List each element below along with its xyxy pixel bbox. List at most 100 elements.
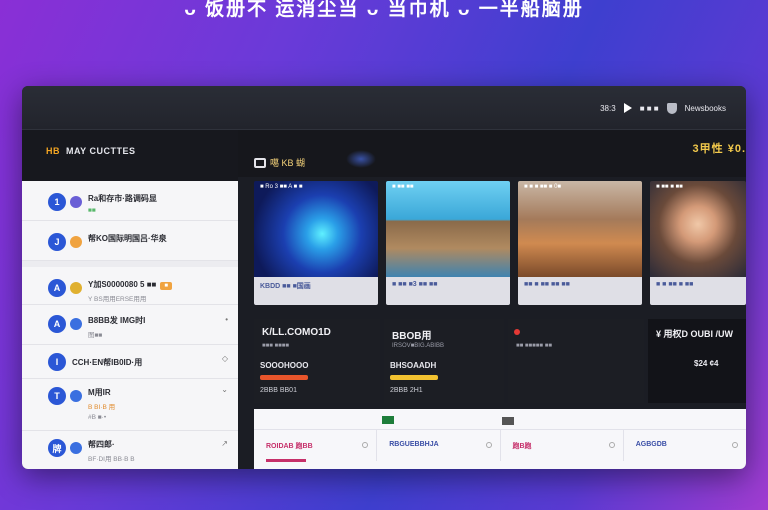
card-image <box>386 181 510 277</box>
flag-icon <box>382 416 394 424</box>
stat-title: ¥ 用权D OUBI /UW <box>656 329 734 339</box>
bottom-cell[interactable]: ROIDAB 跑BB <box>254 429 378 461</box>
sidebar-item-dot <box>70 282 82 294</box>
media-card[interactable]: ■ Ro 3 ■■ A ■ ■ KBDD ■■ ■国画 <box>254 181 378 305</box>
stat-value: BHSOAADH <box>390 361 437 370</box>
sidebar-item-title: B8BB发 IMG时I <box>88 316 146 325</box>
media-card[interactable]: ■ ■■ ■ ■■ ■ ■ ■■ ■ ■■ <box>650 181 746 305</box>
sidebar-item-number: I <box>48 353 66 371</box>
sidebar: 1 Ra和存市·路调码显 ■■ J 帮KO国际明国吕·华泉 A Y加S00000… <box>22 181 238 469</box>
sidebar-item-sub: 图■■ <box>88 332 103 339</box>
sidebar-item-title: 帮四郎· <box>88 440 115 449</box>
stat-sub: IRSOV■BIG.ABIBB <box>392 343 444 349</box>
sidebar-item-2[interactable]: J 帮KO国际明国吕·华泉 <box>22 221 238 261</box>
card-image <box>518 181 642 277</box>
sidebar-item-sub: ■■ <box>88 207 96 214</box>
record-dot-icon <box>514 329 520 335</box>
chevron-down-icon[interactable]: ⌄ <box>221 385 228 394</box>
stat-value: SOOOHOOO <box>260 361 309 370</box>
bottom-cell-label: ROIDAB 跑BB <box>266 443 313 450</box>
stat-foot: 2BBB 2H1 <box>390 387 423 394</box>
card-caption: ■ ■ ■■ ■ ■■ <box>650 277 746 305</box>
card-topline: ■ ■■ ■■ <box>392 184 414 190</box>
time-readout: 38:3 <box>600 103 616 113</box>
sidebar-item-number: 1 <box>48 193 66 211</box>
sidebar-item-title: Y加S0000080 5 ■■ ■ <box>88 279 172 290</box>
nav-brand[interactable]: HB MAY CUCTTES <box>46 146 136 156</box>
card-topline: ■ ■ ■ ■■ ■ 0■ <box>524 184 562 190</box>
window-icon <box>254 157 266 168</box>
stat-bar <box>260 375 308 380</box>
sidebar-item-title: 帮KO国际明国吕·华泉 <box>88 234 167 243</box>
section-label-text: 噶 KB 蝴 <box>270 158 306 168</box>
account-label[interactable]: Newsbooks <box>685 104 726 113</box>
section-label[interactable]: 噶 KB 蝴 <box>254 156 305 169</box>
bottom-cell[interactable]: AGBGDB <box>623 429 746 461</box>
sidebar-item-number: A <box>48 279 66 297</box>
sidebar-item-dot <box>70 236 82 248</box>
sidebar-item-dot <box>70 442 82 454</box>
top-bar-controls: 38:3 ■ ■ ■ Newsbooks <box>600 94 726 122</box>
brand-accent: HB <box>46 146 60 156</box>
card-image <box>254 181 378 277</box>
stat-sub: ■■ ■■■■■ ■■ <box>516 343 552 349</box>
bottom-cell[interactable]: 跑B跑 <box>500 429 624 461</box>
stat-bar <box>390 375 438 380</box>
sidebar-item-7[interactable]: 牌 帮四郎· BF·DI用 BB·B B ↗ <box>22 431 238 469</box>
stat-sub: ■■■ ■■■■ <box>262 343 290 349</box>
media-cards: ■ Ro 3 ■■ A ■ ■ KBDD ■■ ■国画 ■ ■■ ■■ ■ ■■… <box>254 181 746 305</box>
sidebar-item-tag: ■ <box>160 282 172 290</box>
app-window: 38:3 ■ ■ ■ Newsbooks HB MAY CUCTTES 1 Ra和… <box>22 86 746 469</box>
play-icon[interactable] <box>623 103 632 113</box>
stat-panel[interactable]: ¥ 用权D OUBI /UW $24 ¢4 <box>648 319 746 403</box>
sidebar-item-6[interactable]: T M用IR B BI·B 用 #B ■·• ⌄ <box>22 379 238 431</box>
stat-value: $24 ¢4 <box>694 359 719 368</box>
stat-title: BBOB用 <box>392 331 432 342</box>
sidebar-item-dot <box>70 390 82 402</box>
sidebar-item-3[interactable]: A Y加S0000080 5 ■■ ■ Y BS用用ERSE用用 <box>22 261 238 305</box>
stat-panel[interactable]: ■■ ■■■■■ ■■ <box>508 319 644 403</box>
brand-title: MAY CUCTTES <box>66 146 136 156</box>
main-panel: 噶 KB 蝴 3甲性 ¥0. ■ Ro 3 ■■ A ■ ■ KBDD ■■ ■… <box>238 130 746 469</box>
bottom-cell[interactable]: RBGUEBBHJA <box>377 429 501 461</box>
sidebar-item-number: A <box>48 315 66 333</box>
glow-icon <box>346 150 376 168</box>
sidebar-item-4[interactable]: A B8BB发 IMG时I 图■■ • <box>22 305 238 345</box>
bottom-cell-label: AGBGDB <box>635 441 667 448</box>
info-icon[interactable] <box>485 442 492 448</box>
bottom-strip: ROIDAB 跑BB RBGUEBBHJA 跑B跑 AGBGDB <box>254 409 746 469</box>
bottom-cell-label: RBGUEBBHJA <box>389 441 439 448</box>
stat-panel[interactable]: BBOB用 IRSOV■BIG.ABIBB BHSOAADH 2BBB 2H1 <box>384 319 504 403</box>
bottom-cell-label: 跑B跑 <box>512 443 532 450</box>
info-icon[interactable] <box>608 442 615 448</box>
stats-row: K/LL.COMO1D ■■■ ■■■■ SOOOHOOO 2BBB BB01 … <box>254 319 746 403</box>
card-caption: ■ ■■ ■3 ■■ ■■ <box>386 277 510 305</box>
status-text: ■ ■ ■ <box>639 103 659 113</box>
card-caption: KBDD ■■ ■国画 <box>254 277 378 305</box>
sidebar-item-dot <box>70 318 82 330</box>
sidebar-item-title: M用IR <box>88 388 111 397</box>
media-card[interactable]: ■ ■ ■ ■■ ■ 0■ ■■ ■ ■■ ■■ ■■ <box>518 181 642 305</box>
bottom-accent-bar <box>266 459 306 462</box>
card-caption: ■■ ■ ■■ ■■ ■■ <box>518 277 642 305</box>
sidebar-item-sub: Y BS用用ERSE用用 <box>88 296 147 303</box>
glyph-icon <box>502 417 514 425</box>
arrow-icon[interactable]: ↗ <box>221 439 228 448</box>
stat-panel[interactable]: K/LL.COMO1D ■■■ ■■■■ SOOOHOOO 2BBB BB01 <box>254 319 380 403</box>
sidebar-item-5[interactable]: I CCH·EN帮IB0ID·用 ◇ <box>22 345 238 379</box>
diamond-icon[interactable]: ◇ <box>222 354 228 363</box>
card-image <box>650 181 746 277</box>
info-icon[interactable] <box>732 442 738 448</box>
main-header: 噶 KB 蝴 3甲性 ¥0. <box>238 130 746 177</box>
sidebar-item-number: 牌 <box>48 439 66 457</box>
nav-brand-bar: HB MAY CUCTTES <box>22 130 238 181</box>
sidebar-item-sub2: #B ■·• <box>88 414 107 421</box>
info-icon[interactable] <box>362 442 369 448</box>
price-label: 3甲性 ¥0. <box>692 143 746 155</box>
media-card[interactable]: ■ ■■ ■■ ■ ■■ ■3 ■■ ■■ <box>386 181 510 305</box>
card-topline: ■ Ro 3 ■■ A ■ ■ <box>260 184 303 190</box>
sidebar-item-number: T <box>48 387 66 405</box>
sidebar-item-1[interactable]: 1 Ra和存市·路调码显 ■■ <box>22 181 238 221</box>
shield-icon[interactable] <box>666 102 677 114</box>
page-headline: ᴗ 饭册不 运消尘当 ᴗ 当巾机 ᴗ 一半船脑册 <box>184 0 584 20</box>
